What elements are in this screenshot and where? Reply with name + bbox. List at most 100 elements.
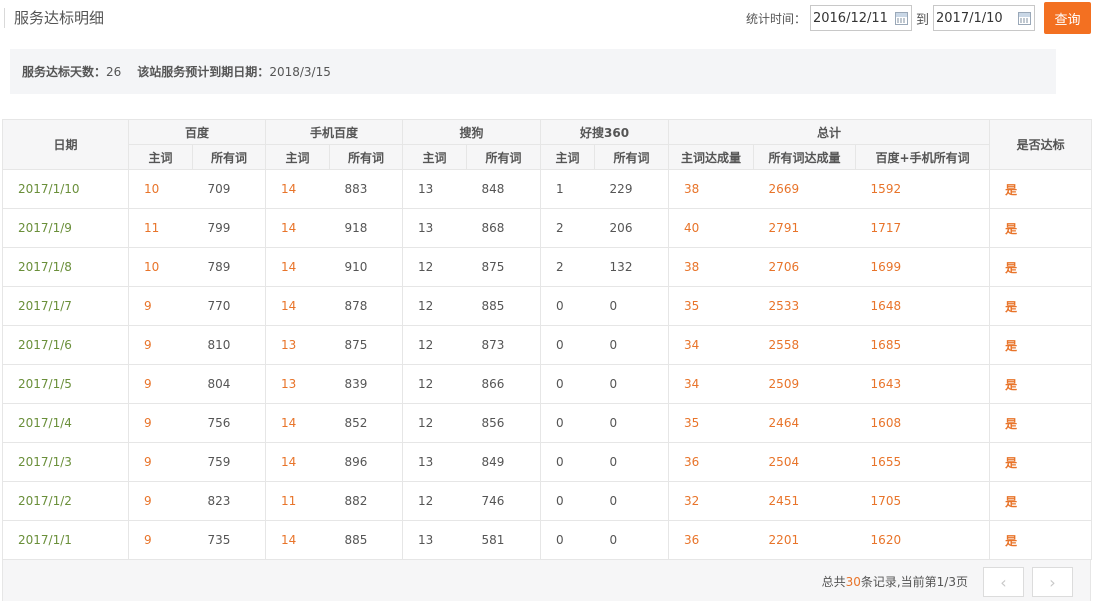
total-records: 30 xyxy=(845,575,861,589)
row-cell: 856 xyxy=(466,403,542,443)
row-cell: 13 xyxy=(402,442,467,482)
table-body: 2017/1/10 10 709 14 883 13 848 1 229 38 2669 1592 是 2… xyxy=(2,169,1093,560)
row-cell: 878 xyxy=(329,286,404,326)
row-qualified: 是 xyxy=(989,325,1093,365)
row-date: 2017/1/4 xyxy=(2,403,129,443)
start-date-input[interactable]: 2016/12/11 xyxy=(809,5,912,31)
row-cell: 873 xyxy=(466,325,542,365)
row-cell: 0 xyxy=(540,364,595,404)
row-cell: 804 xyxy=(192,364,267,404)
header-all-words: 所有词 xyxy=(466,144,542,170)
row-cell: 9 xyxy=(128,520,193,560)
expiry-date-label: 该站服务预计到期日期： xyxy=(137,65,270,79)
row-cell: 0 xyxy=(594,364,670,404)
row-cell: 1699 xyxy=(855,247,991,287)
row-cell: 2 xyxy=(540,247,595,287)
row-cell: 229 xyxy=(594,169,670,209)
row-cell: 1620 xyxy=(855,520,991,560)
row-cell: 14 xyxy=(265,169,330,209)
row-cell: 38 xyxy=(668,169,754,209)
row-cell: 34 xyxy=(668,325,754,365)
table-row: 2017/1/3 9 759 14 896 13 849 0 0 36 2504 1655 是 xyxy=(2,442,1093,482)
start-date-value: 2016/12/11 xyxy=(812,10,888,26)
row-cell: 32 xyxy=(668,481,754,521)
row-cell: 848 xyxy=(466,169,542,209)
row-cell: 2201 xyxy=(753,520,856,560)
row-cell: 36 xyxy=(668,520,754,560)
row-cell: 0 xyxy=(540,286,595,326)
row-qualified: 是 xyxy=(989,403,1093,443)
row-cell: 0 xyxy=(594,520,670,560)
row-cell: 36 xyxy=(668,442,754,482)
row-cell: 852 xyxy=(329,403,404,443)
row-cell: 35 xyxy=(668,286,754,326)
row-cell: 10 xyxy=(128,169,193,209)
row-cell: 14 xyxy=(265,208,330,248)
row-cell: 2509 xyxy=(753,364,856,404)
row-date: 2017/1/2 xyxy=(2,481,129,521)
row-cell: 13 xyxy=(402,169,467,209)
row-cell: 11 xyxy=(128,208,193,248)
row-qualified: 是 xyxy=(989,247,1093,287)
row-cell: 12 xyxy=(402,247,467,287)
row-cell: 789 xyxy=(192,247,267,287)
end-date-input[interactable]: 2017/1/10 xyxy=(933,5,1035,31)
row-cell: 2 xyxy=(540,208,595,248)
summary-panel: 服务达标天数： 26 该站服务预计到期日期： 2018/3/15 xyxy=(10,49,1056,94)
page-title: 服务达标明细 xyxy=(14,9,105,27)
header-baidu-plus-mobile: 百度+手机所有词 xyxy=(855,144,991,170)
row-cell: 0 xyxy=(594,286,670,326)
row-cell: 14 xyxy=(265,520,330,560)
title-bar: 服务达标明细 xyxy=(4,8,104,28)
header-qualified: 是否达标 xyxy=(989,119,1093,170)
row-cell: 1648 xyxy=(855,286,991,326)
row-cell: 13 xyxy=(402,208,467,248)
row-cell: 756 xyxy=(192,403,267,443)
row-cell: 12 xyxy=(402,325,467,365)
row-cell: 2533 xyxy=(753,286,856,326)
row-cell: 735 xyxy=(192,520,267,560)
table-row: 2017/1/4 9 756 14 852 12 856 0 0 35 2464 1608 是 xyxy=(2,403,1093,443)
prev-page-button[interactable]: ‹ xyxy=(983,567,1024,597)
row-cell: 132 xyxy=(594,247,670,287)
row-cell: 882 xyxy=(329,481,404,521)
row-cell: 875 xyxy=(329,325,404,365)
row-cell: 2791 xyxy=(753,208,856,248)
table-row: 2017/1/5 9 804 13 839 12 866 0 0 34 2509 1643 是 xyxy=(2,364,1093,404)
query-button[interactable]: 查询 xyxy=(1044,2,1091,34)
row-cell: 0 xyxy=(540,481,595,521)
row-cell: 2706 xyxy=(753,247,856,287)
table-row: 2017/1/10 10 709 14 883 13 848 1 229 38 2669 1592 是 xyxy=(2,169,1093,209)
header-main-word: 主词 xyxy=(402,144,468,170)
header-all-reached: 所有词达成量 xyxy=(753,144,857,170)
row-cell: 14 xyxy=(265,247,330,287)
row-cell: 2464 xyxy=(753,403,856,443)
row-cell: 2558 xyxy=(753,325,856,365)
row-cell: 9 xyxy=(128,325,193,365)
calendar-icon[interactable] xyxy=(1018,12,1031,25)
row-cell: 0 xyxy=(540,442,595,482)
row-date: 2017/1/10 xyxy=(2,169,129,209)
row-cell: 10 xyxy=(128,247,193,287)
row-cell: 0 xyxy=(594,481,670,521)
row-cell: 581 xyxy=(466,520,542,560)
row-cell: 9 xyxy=(128,442,193,482)
row-cell: 0 xyxy=(540,325,595,365)
table-row: 2017/1/8 10 789 14 910 12 875 2 132 38 2706 1699 是 xyxy=(2,247,1093,287)
row-qualified: 是 xyxy=(989,520,1093,560)
row-qualified: 是 xyxy=(989,208,1093,248)
row-cell: 839 xyxy=(329,364,404,404)
row-cell: 0 xyxy=(540,403,595,443)
row-cell: 9 xyxy=(128,286,193,326)
row-cell: 810 xyxy=(192,325,267,365)
table-row: 2017/1/7 9 770 14 878 12 885 0 0 35 2533 1648 是 xyxy=(2,286,1093,326)
calendar-icon[interactable] xyxy=(894,12,908,25)
row-cell: 12 xyxy=(402,481,467,521)
header-haosou: 好搜360 xyxy=(540,119,670,145)
next-page-button[interactable]: › xyxy=(1032,567,1073,597)
row-cell: 1705 xyxy=(855,481,991,521)
header-sogou: 搜狗 xyxy=(402,119,542,145)
row-cell: 0 xyxy=(594,325,670,365)
row-cell: 866 xyxy=(466,364,542,404)
row-cell: 1 xyxy=(540,169,595,209)
